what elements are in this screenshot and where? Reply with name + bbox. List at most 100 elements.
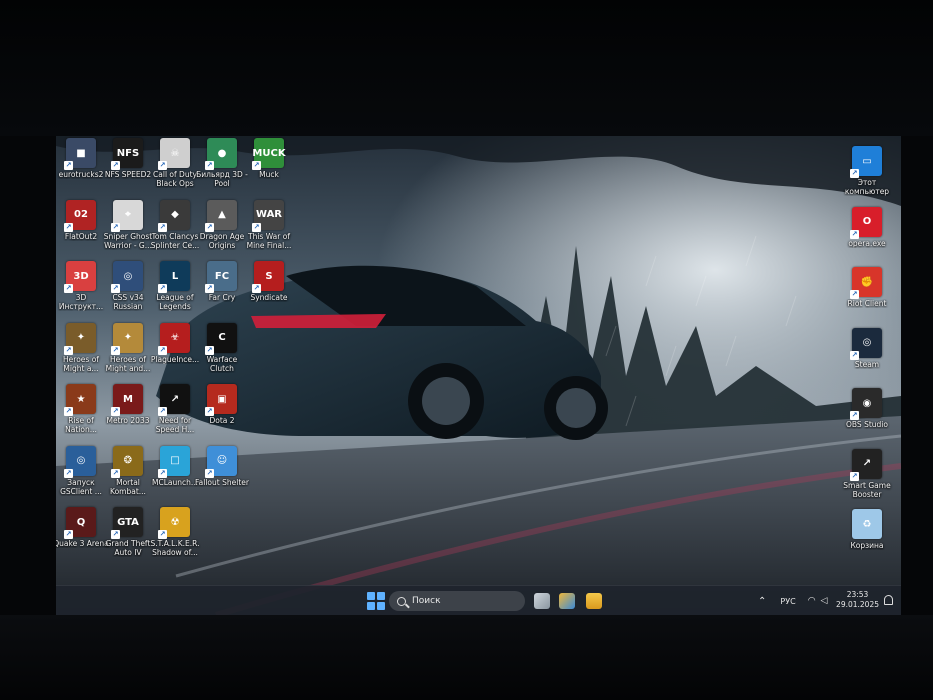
- desktop-shortcut[interactable]: S ↗ Syndicate: [244, 261, 294, 319]
- desktop-shortcut[interactable]: ◎ ↗ CSS v34 Russian: [103, 261, 153, 319]
- desktop-shortcut[interactable]: FC ↗ Far Cry: [197, 261, 247, 319]
- shortcut-arrow-icon: ↗: [64, 222, 73, 232]
- language-indicator[interactable]: РУС: [780, 597, 795, 606]
- shortcut-arrow-icon: ↗: [205, 222, 214, 232]
- desktop-shortcut[interactable]: ☢ ↗ S.T.A.L.K.E.R. Shadow of...: [150, 507, 200, 565]
- desktop-shortcut-label: Dota 2: [209, 416, 235, 425]
- shortcut-arrow-icon: ↗: [158, 161, 167, 170]
- biohazard-icon: ☣ ↗: [158, 322, 190, 355]
- clock-time: 23:53: [846, 590, 869, 599]
- tray-overflow-chevron-icon[interactable]: ⌃: [758, 596, 766, 607]
- desktop-shortcut[interactable]: ▲ ↗ Dragon Age Origins: [197, 199, 247, 258]
- volume-icon[interactable]: ◁: [821, 596, 828, 606]
- metro-icon: M ↗: [111, 384, 143, 416]
- taskbar-clock[interactable]: 23:53 29.01.2025: [836, 590, 879, 610]
- shortcut-arrow-icon: ↗: [158, 530, 167, 539]
- desktop-shortcut[interactable]: C ↗ Warface Clutch: [197, 322, 247, 381]
- splinter-icon: ◆ ↗: [158, 199, 190, 232]
- desktop-shortcut[interactable]: ❂ ↗ Mortal Kombat...: [103, 445, 153, 504]
- shortcut-arrow-icon: ↗: [158, 222, 167, 232]
- crosshair-icon: ⌖ ↗: [111, 199, 143, 232]
- billiard-icon: ● ↗: [205, 138, 237, 170]
- shortcut-arrow-icon: ↗: [64, 407, 73, 416]
- gsclient-icon: ◎ ↗: [64, 445, 96, 478]
- desktop-shortcut[interactable]: 3D ↗ 3D Инструкт...: [56, 261, 106, 319]
- shortcut-arrow-icon: ↗: [205, 345, 214, 355]
- desktop-shortcut[interactable]: M ↗ Metro 2033: [103, 384, 153, 442]
- shortcut-arrow-icon: ↗: [850, 290, 859, 299]
- start-button[interactable]: [367, 592, 385, 610]
- desktop-shortcut[interactable]: ↗ ↗ Smart Game Booster: [842, 448, 892, 507]
- wifi-icon[interactable]: ◠: [808, 596, 816, 606]
- desktop-shortcut[interactable]: ◎ ↗ Steam: [842, 327, 892, 386]
- desktop-shortcut[interactable]: ⌖ ↗ Sniper Ghost Warrior - G...: [103, 199, 153, 258]
- obs-icon: ◉ ↗: [850, 388, 882, 420]
- shortcut-arrow-icon: ↗: [111, 407, 120, 416]
- desktop-shortcut[interactable]: ◆ ↗ Tom Clancys Splinter Ce...: [150, 199, 200, 258]
- fallout-icon: ☺ ↗: [205, 445, 237, 478]
- desktop-shortcut[interactable]: ✦ ↗ Heroes of Might and...: [103, 322, 153, 381]
- shortcut-arrow-icon: ↗: [64, 284, 73, 293]
- desktop-shortcut-label: Этот компьютер: [844, 178, 890, 196]
- lol-icon: L ↗: [158, 261, 190, 293]
- desktop-shortcut[interactable]: ▭ ↗ Этот компьютер: [842, 146, 892, 204]
- shortcut-arrow-icon: ↗: [111, 284, 120, 293]
- desktop-shortcut[interactable]: ☣ ↗ PlagueInce...: [150, 322, 200, 381]
- monitor-icon: ▭ ↗: [850, 146, 882, 178]
- desktop-shortcut[interactable]: ☠ ↗ Call of Duty Black Ops: [150, 138, 200, 196]
- file-explorer-icon[interactable]: [586, 593, 602, 609]
- microsoft-store-icon[interactable]: [559, 593, 575, 609]
- desktop-shortcut[interactable]: GTA ↗ Grand Theft Auto IV: [103, 507, 153, 565]
- desktop-shortcut-label: OBS Studio: [846, 420, 888, 429]
- booster-icon: ↗ ↗: [850, 448, 882, 481]
- desktop-shortcut[interactable]: ✊ ↗ Riot Client: [842, 267, 892, 325]
- desktop-shortcut[interactable]: ● ↗ Бильярд 3D - Pool: [196, 138, 248, 196]
- heroes2-icon: ✦ ↗: [111, 322, 143, 355]
- farcry-icon: FC ↗: [205, 261, 237, 293]
- desktop-shortcut[interactable]: ♻ Корзина: [842, 509, 892, 567]
- desktop-shortcut-label: Muck: [259, 170, 279, 179]
- warface-icon: C ↗: [205, 322, 237, 355]
- desktop-shortcut[interactable]: NFS ↗ NFS SPEED2: [103, 138, 153, 196]
- shortcut-arrow-icon: ↗: [205, 468, 214, 478]
- desktop-shortcut[interactable]: L ↗ League of Legends: [150, 261, 200, 319]
- opera-icon: O ↗: [850, 206, 882, 239]
- quake-icon: Q ↗: [64, 507, 96, 539]
- desktop-shortcut-label: This War of Mine Final...: [246, 231, 292, 250]
- desktop-shortcut-label: Syndicate: [250, 293, 288, 302]
- desktop-shortcut[interactable]: ◉ ↗ OBS Studio: [842, 388, 892, 446]
- shortcut-arrow-icon: ↗: [64, 468, 73, 478]
- desktop-shortcut-label: Riot Client: [847, 299, 887, 308]
- taskbar-search-box[interactable]: Поиск: [389, 591, 525, 611]
- shortcut-arrow-icon: ↗: [111, 345, 120, 355]
- desktop-shortcut[interactable]: O ↗ opera.exe: [842, 206, 892, 265]
- shortcut-arrow-icon: ↗: [205, 407, 214, 416]
- desktop-shortcut-label: S.T.A.L.K.E.R. Shadow of...: [150, 539, 200, 557]
- task-view-icon[interactable]: [534, 593, 550, 609]
- desktop-shortcut[interactable]: ◎ ↗ Запуск GSClient ...: [56, 445, 106, 504]
- syndicate-icon: S ↗: [252, 261, 284, 293]
- desktop-shortcut[interactable]: Q ↗ Quake 3 Arena: [56, 507, 109, 565]
- shortcut-arrow-icon: ↗: [158, 284, 167, 293]
- desktop-shortcut[interactable]: 02 ↗ FlatOut2: [56, 199, 106, 258]
- shortcut-arrow-icon: ↗: [850, 471, 859, 481]
- notifications-bell-icon[interactable]: [884, 595, 893, 605]
- desktop-shortcut-label: Fallout Shelter: [195, 477, 249, 487]
- desktop-shortcut[interactable]: WAR ↗ This War of Mine Final...: [244, 199, 294, 258]
- desktop-shortcut[interactable]: ▣ ↗ Dota 2: [197, 384, 247, 442]
- shortcut-arrow-icon: ↗: [205, 284, 214, 293]
- desktop-shortcut[interactable]: ↗ ↗ Need for Speed H...: [150, 384, 200, 442]
- desktop-shortcut-label: Warface Clutch: [206, 354, 238, 373]
- system-tray: ⌃ РУС ◠ ◁: [758, 586, 827, 615]
- mk-icon: ❂ ↗: [111, 445, 143, 478]
- search-placeholder: Поиск: [412, 596, 441, 606]
- desktop-shortcut[interactable]: ✦ ↗ Heroes of Might a...: [56, 322, 106, 381]
- skull-icon: ☠ ↗: [158, 138, 190, 170]
- desktop-shortcut[interactable]: □ ↗ MCLaunch...: [150, 445, 200, 504]
- desktop-shortcut[interactable]: ■ ↗ eurotrucks2: [56, 138, 106, 196]
- monitor-bezel-bottom: [0, 615, 933, 700]
- desktop-shortcut[interactable]: ★ ↗ Rise of Nation...: [56, 384, 106, 442]
- desktop-shortcut[interactable]: ☺ ↗ Fallout Shelter: [195, 445, 249, 504]
- monitor-bezel-top: [0, 0, 933, 136]
- desktop-shortcut[interactable]: MUCK ↗ Muck: [244, 138, 294, 196]
